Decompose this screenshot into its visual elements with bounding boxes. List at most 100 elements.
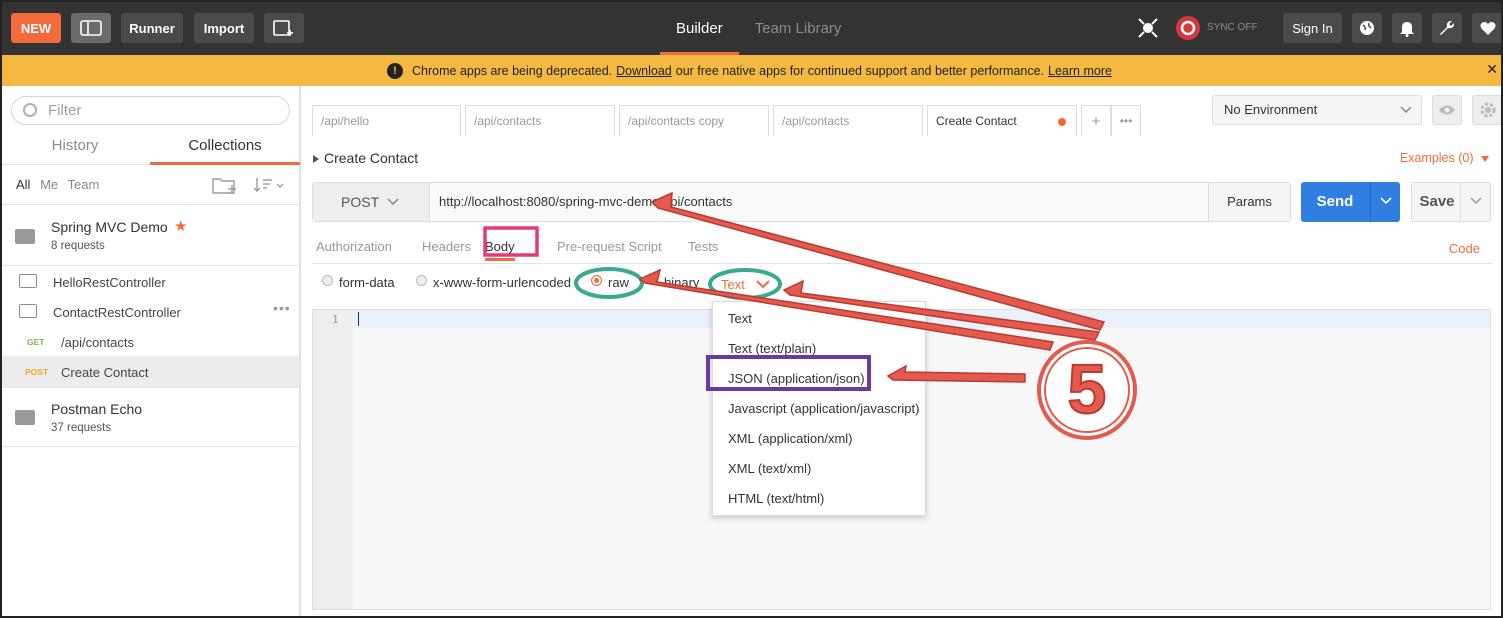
new-button[interactable]: NEW [11,13,61,43]
radio-form-data[interactable] [322,275,333,286]
scope-all[interactable]: All [16,177,30,192]
globe-icon [1360,21,1374,35]
tab-tests[interactable]: Tests [688,239,718,254]
environment-select[interactable]: No Environment [1212,95,1422,125]
settings-globe-button[interactable] [1352,13,1382,43]
star-icon[interactable]: ★ [174,217,187,235]
folder-hello-rest-controller[interactable]: HelloRestController [53,275,166,290]
new-collection-icon[interactable] [212,175,238,198]
request-tab-create-contact[interactable]: Create Contact [927,105,1077,136]
tab-pre-request-script[interactable]: Pre-request Script [557,239,662,254]
radio-urlencoded[interactable] [416,275,427,286]
unsaved-dot-icon [1058,118,1066,126]
raw-type-select[interactable]: Text [710,271,780,297]
interceptor-icon[interactable] [1133,13,1163,43]
quick-look-button[interactable] [1432,95,1462,125]
folder-icon [19,274,37,288]
heart-icon [1479,21,1496,35]
step-number: 5 [1067,349,1108,429]
close-icon[interactable]: ✕ [1486,61,1498,78]
menu-item-xml-application[interactable]: XML (application/xml) [728,431,853,446]
menu-item-text[interactable]: Text [728,311,752,326]
method-select[interactable]: POST [313,183,430,221]
menu-item-javascript[interactable]: Javascript (application/javascript) [728,401,919,416]
folder-contact-rest-controller[interactable]: ContactRestController [53,305,181,320]
tab-history[interactable]: History [0,132,150,165]
request-row-selected[interactable]: POST Create Contact [0,356,300,387]
sign-in-button[interactable]: Sign In [1283,13,1342,43]
runner-button[interactable]: Runner [121,13,183,43]
import-button[interactable]: Import [194,13,254,43]
scope-team[interactable]: Team [68,177,100,192]
tab-label: Create Contact [936,114,1017,128]
radio-raw[interactable] [591,275,602,286]
new-window-button[interactable] [264,13,304,43]
menu-item-xml-text[interactable]: XML (text/xml) [728,461,811,476]
body-mode-raw[interactable]: raw [608,275,629,290]
content-type-menu: Text Text (text/plain) JSON (application… [712,301,926,516]
sort-icon[interactable] [253,176,285,197]
sync-icon[interactable] [1173,13,1203,43]
request-tab-contacts-2[interactable]: /api/contacts [773,105,923,136]
collection-spring-mvc-demo[interactable]: Spring MVC Demo ★ 8 requests [0,204,300,266]
tab-team-library[interactable]: Team Library [739,0,858,55]
collection-postman-echo[interactable]: Postman Echo 37 requests [0,387,300,447]
line-number: 1 [332,313,339,326]
tab-headers[interactable]: Headers [422,239,471,254]
download-link[interactable]: Download [616,64,672,78]
learn-more-link[interactable]: Learn more [1048,64,1112,78]
sync-status: SYNC OFF [1207,22,1258,33]
params-button[interactable]: Params [1208,183,1290,221]
request-tab-contacts-copy[interactable]: /api/contacts copy [619,105,769,136]
request-tab-contacts[interactable]: /api/contacts [465,105,615,136]
request-get-contacts[interactable]: /api/contacts [61,335,134,350]
folder-open-icon [19,304,37,318]
menu-item-json[interactable]: JSON (application/json) [728,371,865,386]
send-options-button[interactable] [1370,182,1400,222]
add-tab-button[interactable]: + [1081,105,1111,136]
folder-icon [15,410,35,425]
caret-right-icon [313,155,319,163]
manage-environments-button[interactable] [1472,95,1503,125]
notifications-button[interactable] [1392,13,1422,43]
filter-placeholder: Filter [48,102,82,119]
tab-body[interactable]: Body [485,239,515,261]
request-title-text: Create Contact [324,150,419,166]
body-mode-urlencoded[interactable]: x-www-form-urlencoded [433,275,571,290]
sidebar: Filter History Collections All Me Team S… [0,86,301,618]
chevron-down-icon [387,198,399,206]
url-input[interactable]: http://localhost:8080/spring-mvc-demo/ap… [439,194,732,209]
request-tab-hello[interactable]: /api/hello [312,105,461,136]
wrench-icon [1440,21,1454,35]
chevron-down-icon [756,280,770,289]
search-icon [23,103,37,117]
menu-item-text-plain[interactable]: Text (text/plain) [728,341,816,356]
warning-icon: ! [387,62,404,79]
favorite-button[interactable] [1472,13,1503,43]
folder-more-icon[interactable]: ••• [273,300,291,316]
collection-name: Spring MVC Demo [51,219,168,235]
banner-text: Chrome apps are being deprecated. [412,63,613,78]
save-button[interactable]: Save [1411,182,1491,222]
tab-collections[interactable]: Collections [150,132,300,165]
method-value: POST [341,194,380,210]
body-mode-binary[interactable]: binary [664,275,699,290]
filter-input[interactable]: Filter [11,96,290,125]
bell-icon [1400,21,1414,37]
send-button[interactable]: Send [1301,182,1400,222]
save-options-button[interactable] [1460,183,1490,221]
body-mode-form-data[interactable]: form-data [339,275,395,290]
settings-button[interactable] [1432,13,1462,43]
examples-dropdown[interactable]: Examples (0) [1400,151,1489,165]
tabs-more-button[interactable]: ••• [1111,105,1141,136]
request-title[interactable]: Create Contact [313,150,418,166]
scope-me[interactable]: Me [40,177,58,192]
gear-icon [1480,102,1495,118]
toggle-sidebar-button[interactable] [71,13,111,43]
request-create-contact: Create Contact [61,365,149,380]
generate-code-link[interactable]: Code [1449,241,1480,256]
tab-builder[interactable]: Builder [660,0,739,55]
tab-authorization[interactable]: Authorization [316,239,392,254]
chevron-down-icon [1469,197,1482,205]
menu-item-html[interactable]: HTML (text/html) [728,491,824,506]
